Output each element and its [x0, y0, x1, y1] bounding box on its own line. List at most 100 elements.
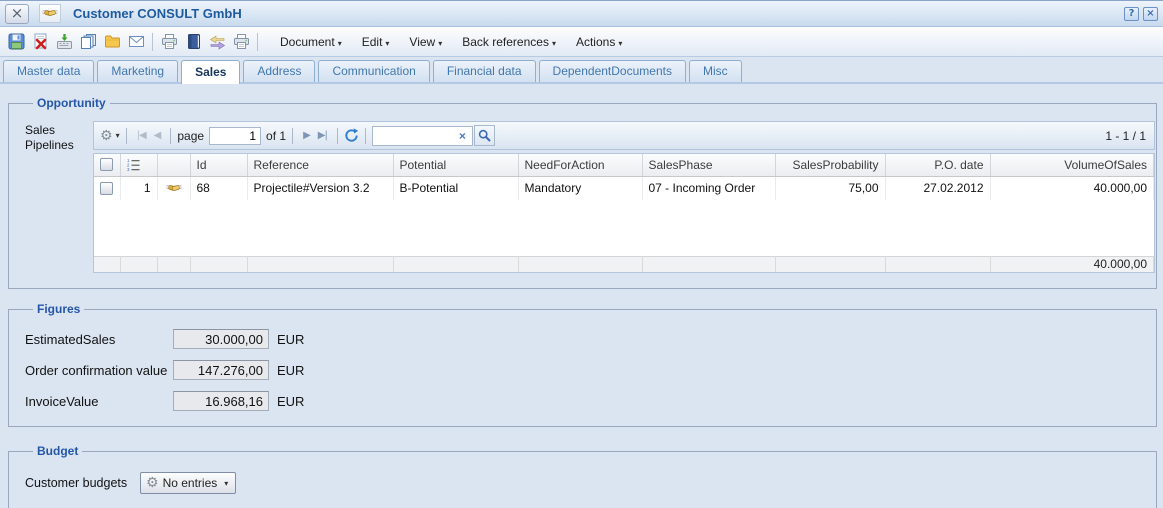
budget-section: Budget Customer budgets ⚙ No entries ▾: [8, 444, 1157, 508]
customer-budgets-label: Customer budgets: [25, 476, 140, 490]
menu-back-references[interactable]: Back references▾: [454, 32, 564, 52]
toolbar-separator: [152, 33, 153, 51]
transfer-icon[interactable]: [205, 30, 229, 54]
invoicevalue-label: InvoiceValue: [25, 394, 173, 409]
close-icon[interactable]: ×: [1143, 7, 1158, 21]
next-page-button[interactable]: ▶: [299, 130, 314, 141]
tab-dependentdocuments[interactable]: DependentDocuments: [539, 60, 686, 82]
handshake-icon: [39, 4, 61, 23]
opportunity-section: Opportunity Sales Pipelines ⚙ ▾ |◀ ◀ pag…: [8, 96, 1157, 289]
column-header-salesphase[interactable]: SalesPhase: [642, 154, 775, 176]
opportunity-legend: Opportunity: [33, 96, 110, 110]
cell-reference[interactable]: Projectile#Version 3.2: [247, 176, 393, 200]
menu-edit[interactable]: Edit▾: [354, 32, 398, 52]
estimatedsales-field[interactable]: [173, 329, 269, 349]
table-row[interactable]: 1 68 Projectile#Version 3.2: [94, 176, 1154, 200]
mail-icon[interactable]: [124, 30, 148, 54]
delete-icon[interactable]: [28, 30, 52, 54]
prev-page-button[interactable]: ◀: [150, 130, 165, 141]
chevron-down-icon: ▾: [224, 479, 228, 488]
footer-total-volumeofsales: 40.000,00: [990, 256, 1154, 272]
select-all-checkbox[interactable]: [100, 158, 113, 171]
cell-salesphase[interactable]: 07 - Incoming Order: [642, 176, 775, 200]
menu-bar: Document▾ Edit▾ View▾ Back references▾ A…: [272, 32, 630, 52]
tab-master-data[interactable]: Master data: [3, 60, 94, 82]
cell-po-date[interactable]: 27.02.2012: [885, 176, 990, 200]
print-preview-icon[interactable]: [229, 30, 253, 54]
gear-icon: ⚙: [146, 476, 159, 490]
import-icon[interactable]: [52, 30, 76, 54]
tab-financial-data[interactable]: Financial data: [433, 60, 536, 82]
column-header-id[interactable]: Id: [190, 154, 247, 176]
grid-table: 1 2 3 Id Reference Potential NeedForActi…: [93, 153, 1155, 273]
row-type-cell[interactable]: [157, 176, 190, 200]
column-header-salesprobability[interactable]: SalesProbability: [775, 154, 885, 176]
currency-label: EUR: [277, 394, 304, 409]
chevron-down-icon[interactable]: ▾: [116, 131, 120, 140]
row-number-cell: 1: [120, 176, 157, 200]
first-page-button[interactable]: |◀: [133, 130, 150, 141]
search-input[interactable]: [377, 128, 455, 144]
handshake-icon: [166, 182, 182, 195]
column-header-needforaction[interactable]: NeedForAction: [518, 154, 642, 176]
column-header-volumeofsales[interactable]: VolumeOfSales: [990, 154, 1154, 176]
column-header-reference[interactable]: Reference: [247, 154, 393, 176]
toolbar-separator: [292, 128, 293, 144]
title-bar: × Customer CONSULT GmbH ? ×: [0, 1, 1163, 27]
select-all-cell: [94, 154, 120, 176]
last-page-button[interactable]: ▶|: [314, 130, 331, 141]
toolbar-separator: [126, 128, 127, 144]
chevron-down-icon: ▾: [338, 39, 342, 48]
menu-view[interactable]: View▾: [401, 32, 450, 52]
order-confirmation-value-field[interactable]: [173, 360, 269, 380]
print-icon[interactable]: [157, 30, 181, 54]
window-close-icon[interactable]: ×: [5, 4, 29, 24]
copy-icon[interactable]: [76, 30, 100, 54]
cell-potential[interactable]: B-Potential: [393, 176, 518, 200]
figures-legend: Figures: [33, 302, 84, 316]
cell-volumeofsales[interactable]: 40.000,00: [990, 176, 1154, 200]
tab-address[interactable]: Address: [243, 60, 315, 82]
row-number-header[interactable]: 1 2 3: [120, 154, 157, 176]
page-number-input[interactable]: [209, 127, 261, 145]
figures-section: Figures EstimatedSales EUR Order confirm…: [8, 302, 1157, 427]
tab-misc[interactable]: Misc: [689, 60, 742, 82]
grid-toolbar: ⚙ ▾ |◀ ◀ page of 1 ▶ ▶|: [93, 121, 1155, 150]
svg-text:3: 3: [127, 167, 130, 171]
search-icon[interactable]: [474, 125, 495, 146]
page-label: page: [177, 129, 204, 143]
gear-icon[interactable]: ⚙: [100, 129, 113, 143]
refresh-icon[interactable]: [344, 128, 359, 143]
cell-needforaction[interactable]: Mandatory: [518, 176, 642, 200]
order-confirmation-value-label: Order confirmation value: [25, 363, 173, 378]
menu-document[interactable]: Document▾: [272, 32, 350, 52]
cell-salesprobability[interactable]: 75,00: [775, 176, 885, 200]
customer-budgets-button[interactable]: ⚙ No entries ▾: [140, 472, 236, 494]
tab-communication[interactable]: Communication: [318, 60, 429, 82]
toolbar-separator: [257, 33, 258, 51]
menu-actions[interactable]: Actions▾: [568, 32, 630, 52]
row-checkbox[interactable]: [100, 182, 113, 195]
currency-label: EUR: [277, 363, 304, 378]
cell-id[interactable]: 68: [190, 176, 247, 200]
column-header-po-date[interactable]: P.O. date: [885, 154, 990, 176]
open-folder-icon[interactable]: [100, 30, 124, 54]
grid-footer-row: 40.000,00: [94, 256, 1154, 272]
column-header-potential[interactable]: Potential: [393, 154, 518, 176]
journal-icon[interactable]: [181, 30, 205, 54]
chevron-down-icon: ▾: [552, 39, 556, 48]
help-icon[interactable]: ?: [1124, 7, 1139, 21]
currency-label: EUR: [277, 332, 304, 347]
row-select-cell: [94, 176, 120, 200]
app-window: × Customer CONSULT GmbH ? ×: [0, 0, 1163, 508]
clear-search-icon[interactable]: ×: [455, 129, 470, 143]
invoicevalue-field[interactable]: [173, 391, 269, 411]
save-icon[interactable]: [4, 30, 28, 54]
chevron-down-icon: ▾: [385, 39, 389, 48]
toolbar-separator: [365, 128, 366, 144]
numbered-list-icon: 1 2 3: [127, 158, 140, 171]
sales-pipelines-grid: ⚙ ▾ |◀ ◀ page of 1 ▶ ▶|: [93, 121, 1155, 273]
tab-sales[interactable]: Sales: [181, 60, 240, 84]
main-toolbar: Document▾ Edit▾ View▾ Back references▾ A…: [0, 27, 1163, 57]
tab-marketing[interactable]: Marketing: [97, 60, 178, 82]
